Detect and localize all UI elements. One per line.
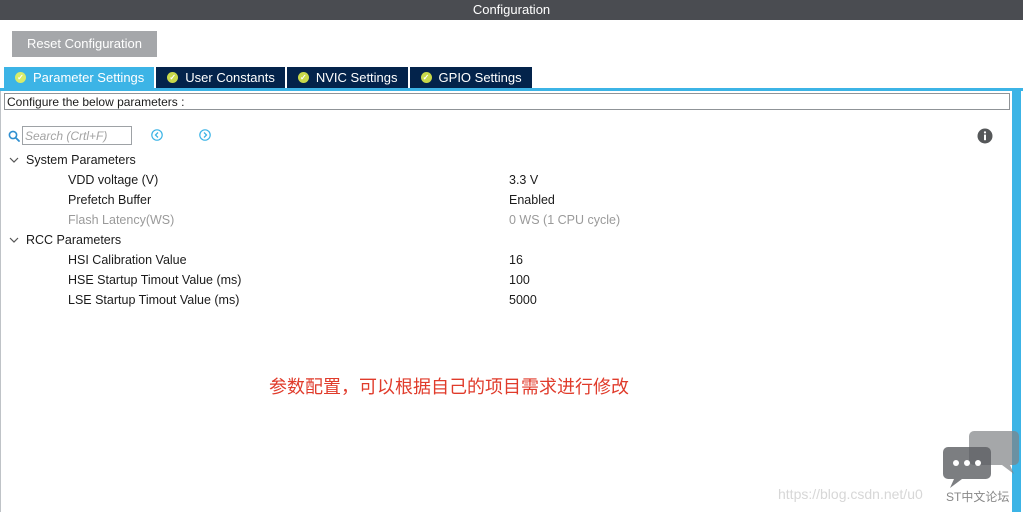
search-icon[interactable] — [8, 130, 20, 142]
chevron-down-icon[interactable] — [9, 155, 19, 165]
info-icon[interactable] — [977, 128, 993, 144]
param-row[interactable]: HSE Startup Timout Value (ms) 100 — [0, 270, 1000, 290]
param-name: Flash Latency(WS) — [68, 213, 175, 227]
tab-user-constants[interactable]: ✓ User Constants — [156, 67, 285, 88]
next-match-icon[interactable] — [199, 129, 211, 141]
window-title: Configuration — [0, 0, 1023, 20]
tab-parameter-settings[interactable]: ✓ Parameter Settings — [4, 67, 155, 88]
tab-label: NVIC Settings — [315, 70, 398, 85]
param-row[interactable]: Prefetch Buffer Enabled — [0, 190, 1000, 210]
annotation-text: 参数配置，可以根据自己的项目需求进行修改 — [269, 377, 629, 398]
param-row-disabled: Flash Latency(WS) 0 WS (1 CPU cycle) — [0, 210, 1000, 230]
check-circle-icon: ✓ — [15, 72, 26, 83]
param-row[interactable]: LSE Startup Timout Value (ms) 5000 — [0, 290, 1000, 310]
param-name: HSI Calibration Value — [68, 253, 187, 267]
param-name: VDD voltage (V) — [68, 173, 159, 187]
tab-bar: ✓ Parameter Settings ✓ User Constants ✓ … — [4, 67, 534, 88]
param-value[interactable]: 5000 — [509, 290, 537, 310]
watermark-forum-name: ST中文论坛 — [946, 490, 1010, 504]
group-label: RCC Parameters — [26, 233, 122, 247]
group-rcc-parameters[interactable]: RCC Parameters — [0, 230, 1000, 250]
param-value[interactable]: 100 — [509, 270, 530, 290]
reset-configuration-button[interactable]: Reset Configuration — [12, 31, 157, 57]
tab-label: GPIO Settings — [438, 70, 522, 85]
chevron-down-icon[interactable] — [9, 235, 19, 245]
check-circle-icon: ✓ — [167, 72, 179, 83]
previous-match-icon[interactable] — [151, 129, 163, 141]
param-row[interactable]: VDD voltage (V) 3.3 V — [0, 170, 1000, 190]
param-value: 0 WS (1 CPU cycle) — [509, 213, 621, 227]
tab-label: Parameter Settings — [33, 70, 145, 85]
chat-bubble-logo-icon — [943, 431, 1019, 488]
param-value[interactable]: 3.3 V — [509, 170, 538, 190]
watermark-url: https://blog.csdn.net/u0 — [778, 486, 923, 502]
tab-nvic-settings[interactable]: ✓ NVIC Settings — [286, 67, 408, 88]
group-system-parameters[interactable]: System Parameters — [0, 150, 1000, 170]
param-row[interactable]: HSI Calibration Value 16 — [0, 250, 1000, 270]
param-name: HSE Startup Timout Value (ms) — [68, 273, 242, 287]
check-circle-icon: ✓ — [297, 72, 309, 83]
check-circle-icon: ✓ — [420, 72, 432, 83]
param-value[interactable]: 16 — [509, 250, 523, 270]
search-input[interactable] — [22, 126, 132, 145]
param-value[interactable]: Enabled — [509, 190, 555, 210]
group-label: System Parameters — [26, 153, 136, 167]
panel-description: Configure the below parameters : — [4, 93, 1010, 110]
param-name: LSE Startup Timout Value (ms) — [68, 293, 240, 307]
tab-gpio-settings[interactable]: ✓ GPIO Settings — [409, 67, 532, 88]
tab-label: User Constants — [185, 70, 275, 85]
param-name: Prefetch Buffer — [68, 193, 152, 207]
